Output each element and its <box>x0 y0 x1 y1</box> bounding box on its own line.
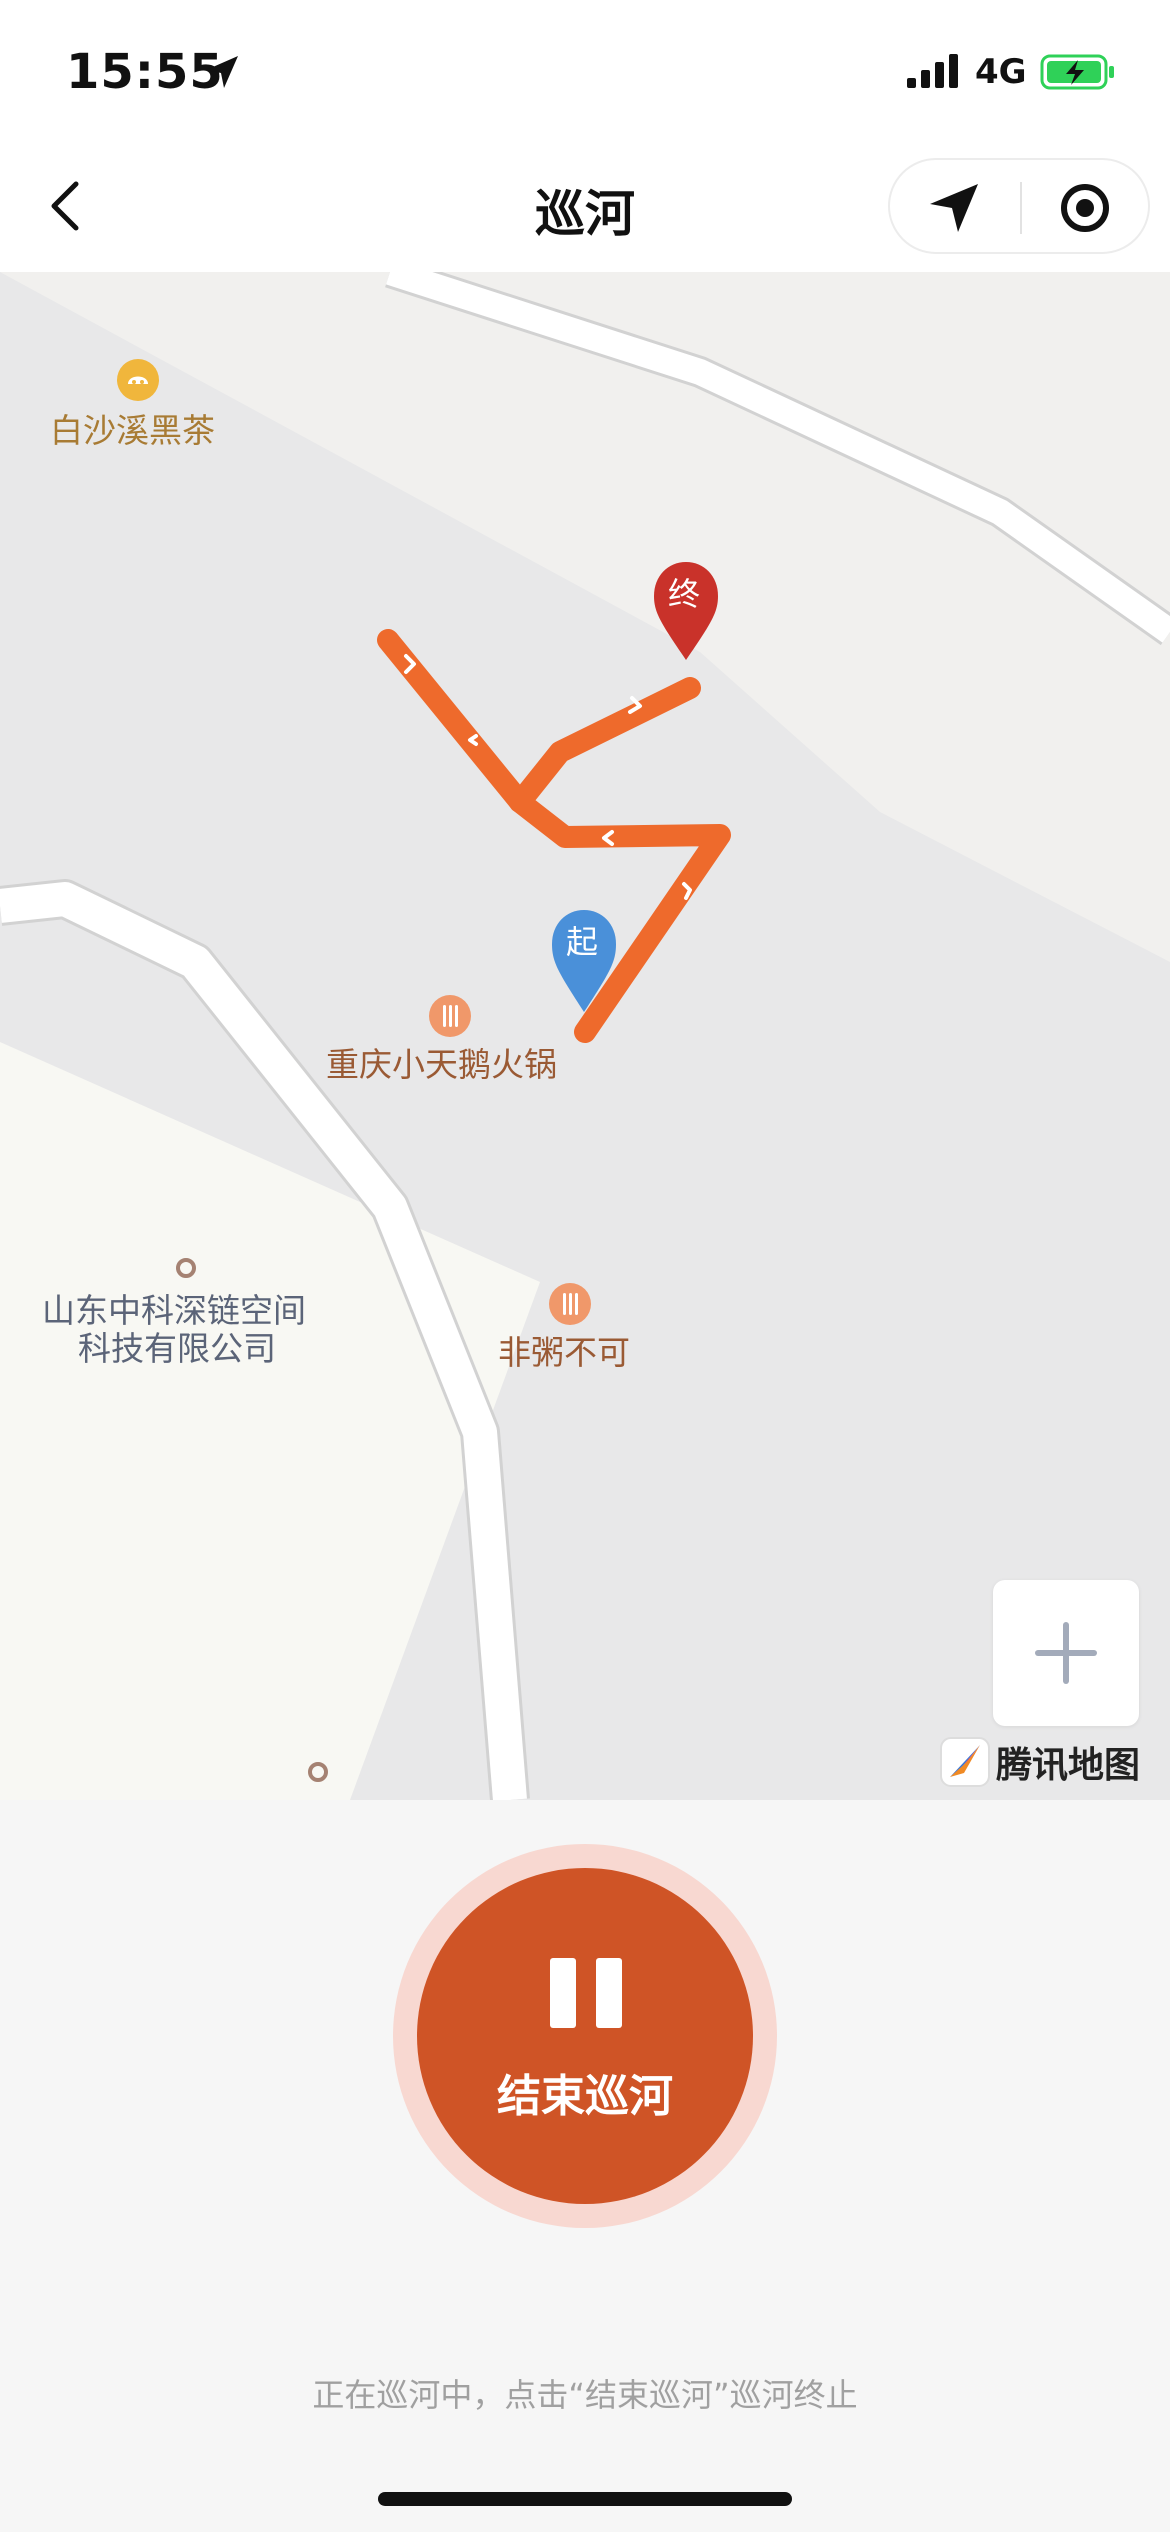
signal-icon <box>907 54 958 88</box>
network-type: 4G <box>975 52 1027 92</box>
end-patrol-button[interactable]: 结束巡河 <box>417 1868 753 2204</box>
plus-icon <box>1035 1622 1097 1684</box>
tencent-map-logo: 腾讯地图 <box>940 1734 1140 1790</box>
poi-hotpot-label[interactable]: 重庆小天鹅火锅 <box>326 1046 557 1084</box>
battery-charging-icon <box>1040 54 1114 90</box>
poi-company-label-line1[interactable]: 山东中科深链空间 <box>42 1292 306 1330</box>
status-time: 15:55 <box>66 44 224 100</box>
target-icon[interactable] <box>1055 180 1115 236</box>
home-indicator[interactable] <box>378 2492 792 2506</box>
patrol-hint: 正在巡河中，点击“结束巡河”巡河终止 <box>312 2376 858 2414</box>
location-arrow-icon <box>206 56 238 88</box>
end-marker-label: 终 <box>668 575 701 613</box>
poi-company-label-line2[interactable]: 科技有限公司 <box>78 1330 276 1368</box>
nav-bar: 巡河 <box>0 140 1170 272</box>
bottom-panel: 结束巡河 正在巡河中，点击“结束巡河”巡河终止 <box>0 1800 1170 2532</box>
end-patrol-label: 结束巡河 <box>497 2071 673 2122</box>
patrol-route <box>377 629 731 1043</box>
map-view[interactable]: 终 起 白沙溪黑茶 重庆小天鹅火锅 山东中科深链空间 科技有限公司 非粥不可 腾… <box>0 272 1170 1800</box>
mini-program-capsule <box>888 158 1150 254</box>
zoom-in-button[interactable] <box>993 1580 1139 1726</box>
capsule-divider <box>1020 182 1022 234</box>
poi-porridge-label[interactable]: 非粥不可 <box>498 1334 630 1372</box>
start-marker-label: 起 <box>566 923 599 961</box>
restaurant-icon <box>549 1283 591 1325</box>
tencent-map-icon <box>940 1737 990 1787</box>
tencent-map-text: 腾讯地图 <box>996 1745 1141 1786</box>
status-bar: 15:55 4G <box>0 0 1170 140</box>
tea-shop-icon <box>117 359 159 401</box>
pause-icon <box>550 1958 622 2028</box>
poi-tea-label[interactable]: 白沙溪黑茶 <box>50 412 215 450</box>
map-base <box>0 272 1170 1800</box>
navigation-arrow-icon[interactable] <box>920 180 990 236</box>
restaurant-icon <box>429 995 471 1037</box>
